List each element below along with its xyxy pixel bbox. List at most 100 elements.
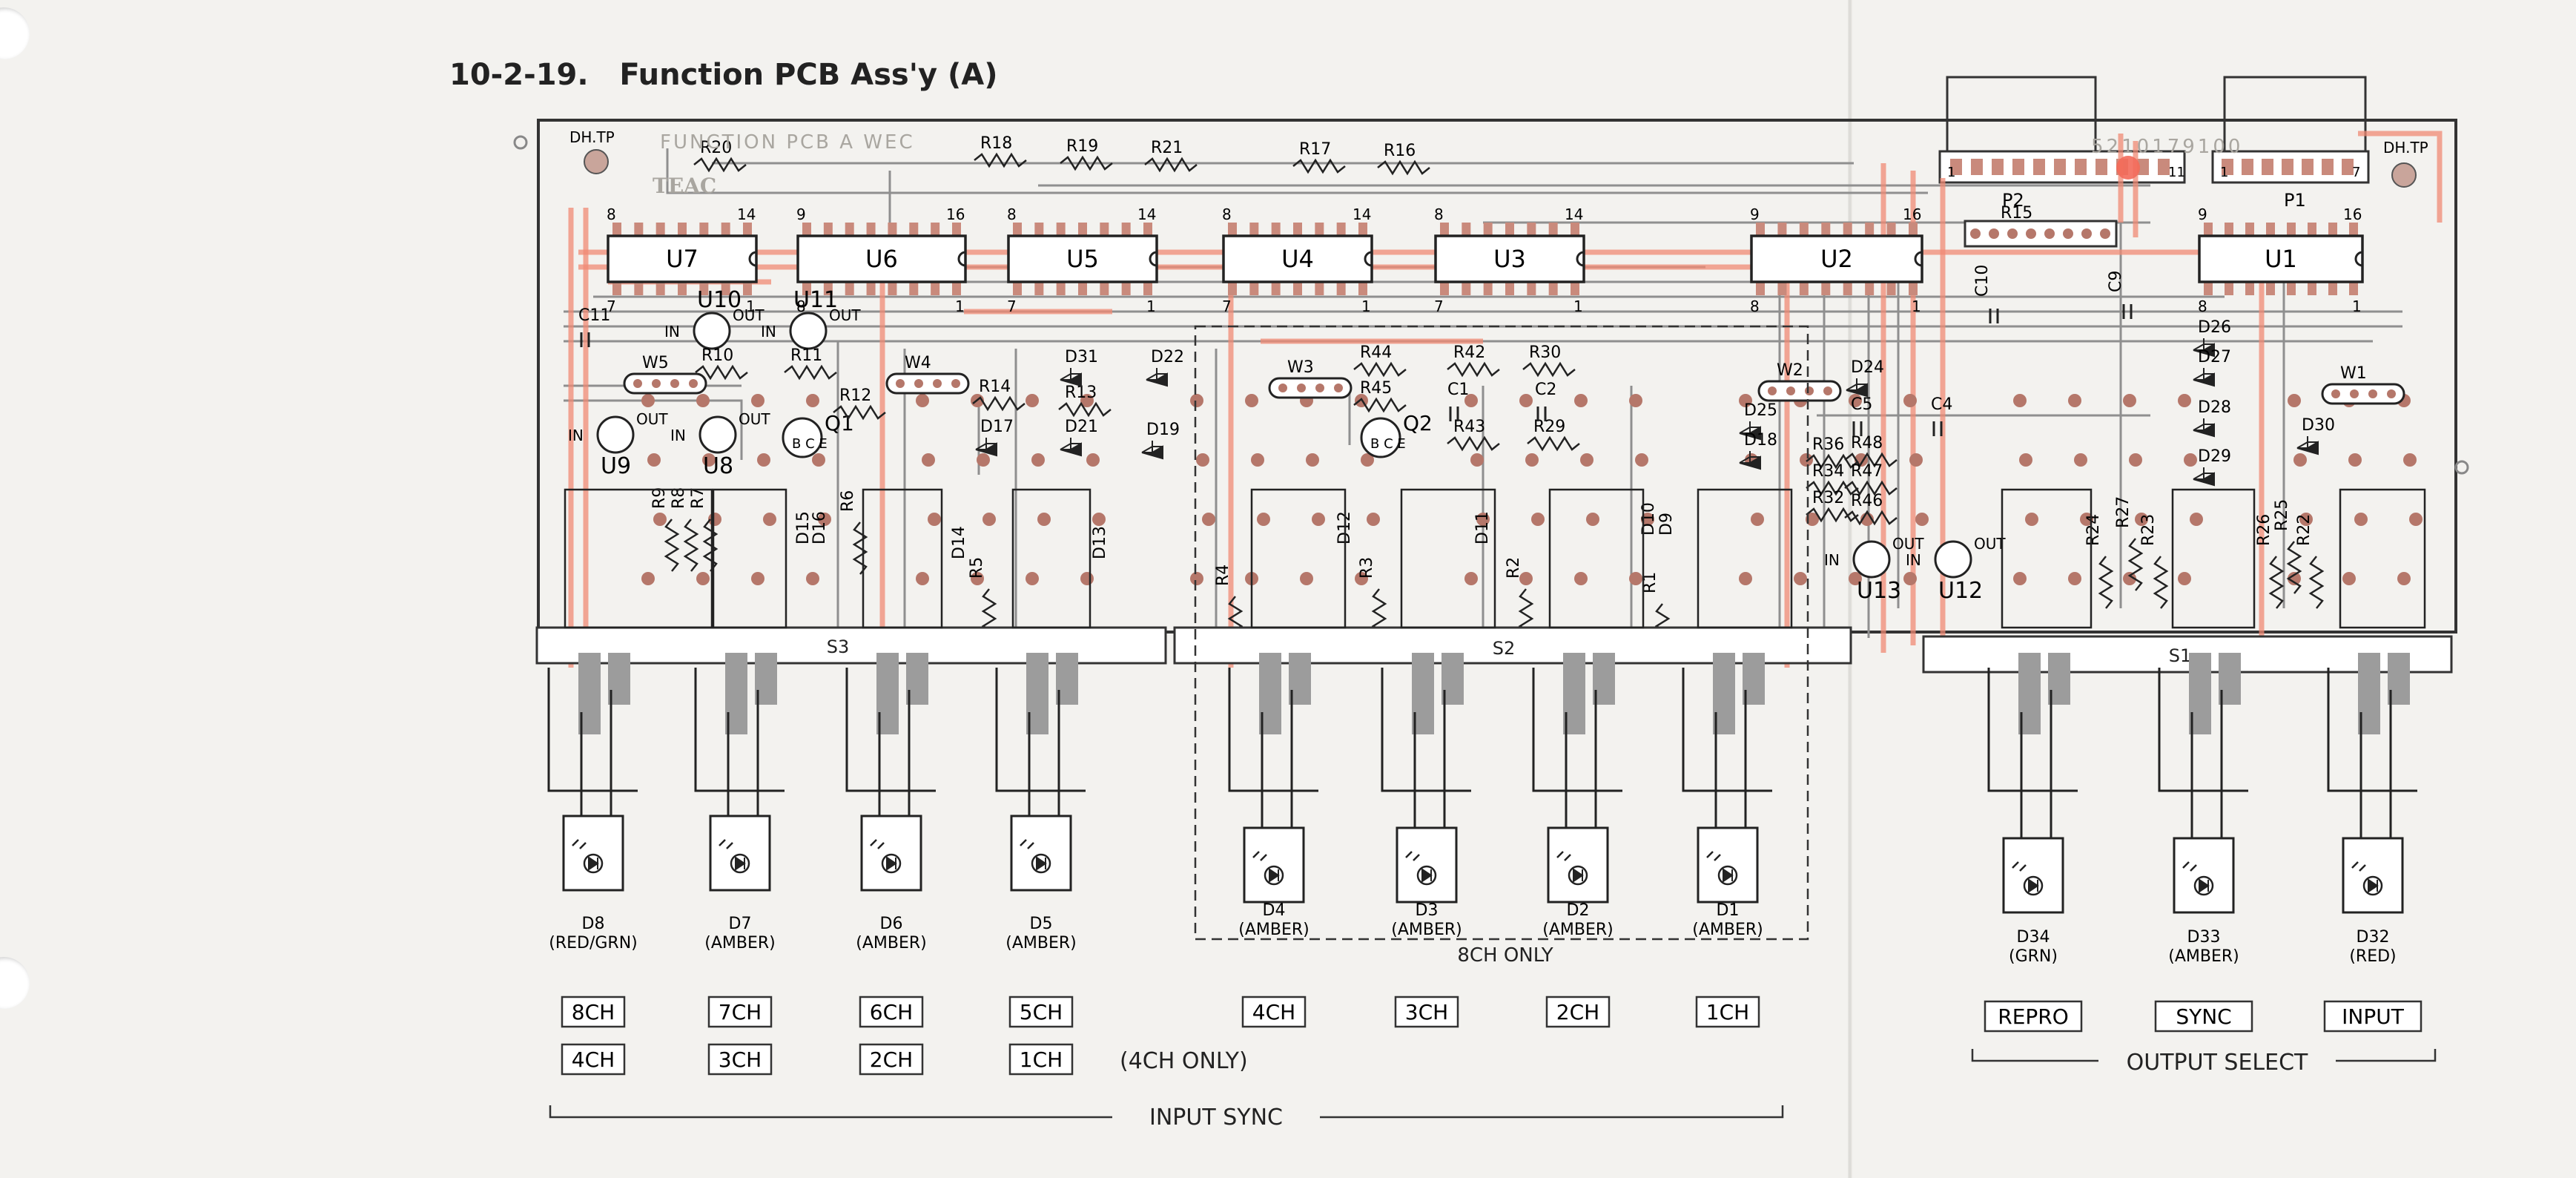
channel-label: INPUT: [2342, 1004, 2405, 1029]
brand-silk: TEAC: [653, 174, 716, 198]
connector-pin: [2096, 159, 2107, 175]
pad: [1037, 513, 1051, 526]
ic-pin: [1293, 282, 1302, 295]
led-d33: D33(AMBER) SYNC: [2154, 653, 2253, 1033]
resistor-symbol: [1522, 361, 1576, 378]
ic-pin-label: 9: [1750, 205, 1760, 223]
ic-pin: [1228, 282, 1237, 295]
led-holder: [2342, 837, 2404, 914]
transistor-pins: B C E: [1370, 436, 1406, 452]
pad: [1580, 453, 1594, 467]
led-holder: [2173, 837, 2235, 914]
ic-pin: [2245, 223, 2254, 236]
pad: [1334, 384, 1343, 392]
ic-pin-label: 9: [2198, 205, 2207, 223]
ic-pin-label: 1: [2352, 297, 2362, 315]
ic-pin-label: 8: [1007, 205, 1017, 223]
resistor-label: R30: [1529, 343, 1561, 362]
input-sync-label: INPUT SYNC: [1149, 1105, 1283, 1131]
ic-pin-label: 16: [1903, 205, 1921, 223]
ic-label: U7: [666, 245, 699, 273]
pad: [1190, 394, 1203, 407]
led-holder: [709, 815, 771, 892]
ic-pin: [2225, 282, 2233, 295]
led-d8: D8(RED/GRN) 8CH 4CH: [547, 653, 638, 1076]
pad: [1080, 572, 1094, 585]
resistor-label: R11: [790, 346, 822, 365]
resistor-label: R22: [2295, 514, 2314, 546]
ic-pin: [1799, 282, 1809, 295]
ic-pin: [1271, 223, 1281, 236]
ic-pin: [2349, 282, 2358, 295]
ic-pin: [1078, 282, 1087, 295]
led-d34: D34(GRN) REPRO: [1984, 653, 2083, 1033]
pad: [1464, 572, 1478, 585]
regulator-body: [699, 415, 737, 454]
diode-label: D19: [1146, 421, 1180, 439]
pad: [2178, 572, 2191, 585]
silk-header: FUNCTION PCB A WEC: [660, 131, 915, 154]
ic-pin: [699, 223, 709, 236]
ic-pin-label: 7: [1434, 297, 1444, 315]
pad: [2409, 513, 2423, 526]
ic-pin: [909, 223, 919, 236]
connector-pin-label: 1: [1947, 165, 1955, 180]
regulator-name: U9: [601, 453, 631, 479]
pad: [1805, 386, 1814, 395]
diode-label: D11: [1473, 511, 1492, 544]
jumper-label: W4: [905, 354, 931, 372]
pad: [2007, 228, 2018, 239]
pad: [696, 572, 710, 585]
pad: [1257, 513, 1270, 526]
connector-p1-shell: [2223, 76, 2367, 160]
diode-symbol: [1060, 368, 1082, 387]
switch-segment-frame: [2339, 488, 2426, 629]
diode-label: D28: [2198, 398, 2231, 417]
diode-label: D27: [2198, 348, 2231, 366]
ic-pin: [1078, 223, 1087, 236]
ic-pin: [1909, 282, 1918, 295]
ic-pin: [1462, 282, 1471, 295]
ic-pin: [1548, 282, 1558, 295]
switch-segment: [1548, 488, 1645, 629]
pad: [2403, 453, 2417, 467]
transistor-q2: Q2B C E: [1360, 411, 1433, 458]
ic-pin: [1462, 223, 1471, 236]
resistor-label: R25: [2273, 499, 2291, 531]
ic-pin-label: 14: [1565, 205, 1583, 223]
diode-label: D17: [980, 418, 1014, 436]
ic-pin-label: 8: [607, 205, 616, 223]
ic-pin: [1548, 223, 1558, 236]
regulator-name: U10: [697, 287, 742, 313]
resistor-symbol: [852, 521, 868, 575]
diode-label: D16: [810, 511, 829, 544]
pad: [2013, 572, 2027, 585]
jumper: W2: [1757, 361, 1842, 402]
ic-pin-label: 8: [1750, 297, 1760, 315]
ic-pin-label: 14: [737, 205, 756, 223]
resistor-label: R2: [1505, 557, 1523, 579]
ic-pin: [1271, 282, 1281, 295]
pad: [751, 394, 764, 407]
ic-pin: [1293, 223, 1302, 236]
led-holder: [1547, 826, 1609, 904]
resistor-label: R42: [1453, 343, 1485, 362]
ic-pin: [931, 282, 940, 295]
pad: [916, 572, 929, 585]
transistor-q1: Q1B C E: [782, 411, 854, 458]
ic-pin: [909, 282, 919, 295]
ic-pin: [1100, 223, 1109, 236]
regulator-body: [789, 312, 828, 350]
ic-pin: [2349, 223, 2358, 236]
pad: [1031, 453, 1045, 467]
led-d1: D1(AMBER) 1CH: [1682, 653, 1772, 1028]
pad: [1367, 513, 1380, 526]
channel-label: 4CH: [1252, 1000, 1295, 1024]
ic-label: U5: [1066, 245, 1099, 273]
ic-pin-label: 8: [1434, 205, 1444, 223]
led-name: D33: [2187, 928, 2221, 947]
resistor-symbol: [2153, 556, 2169, 609]
diode-symbol: [1846, 378, 1868, 398]
pad: [652, 379, 661, 388]
pad: [1823, 386, 1832, 395]
